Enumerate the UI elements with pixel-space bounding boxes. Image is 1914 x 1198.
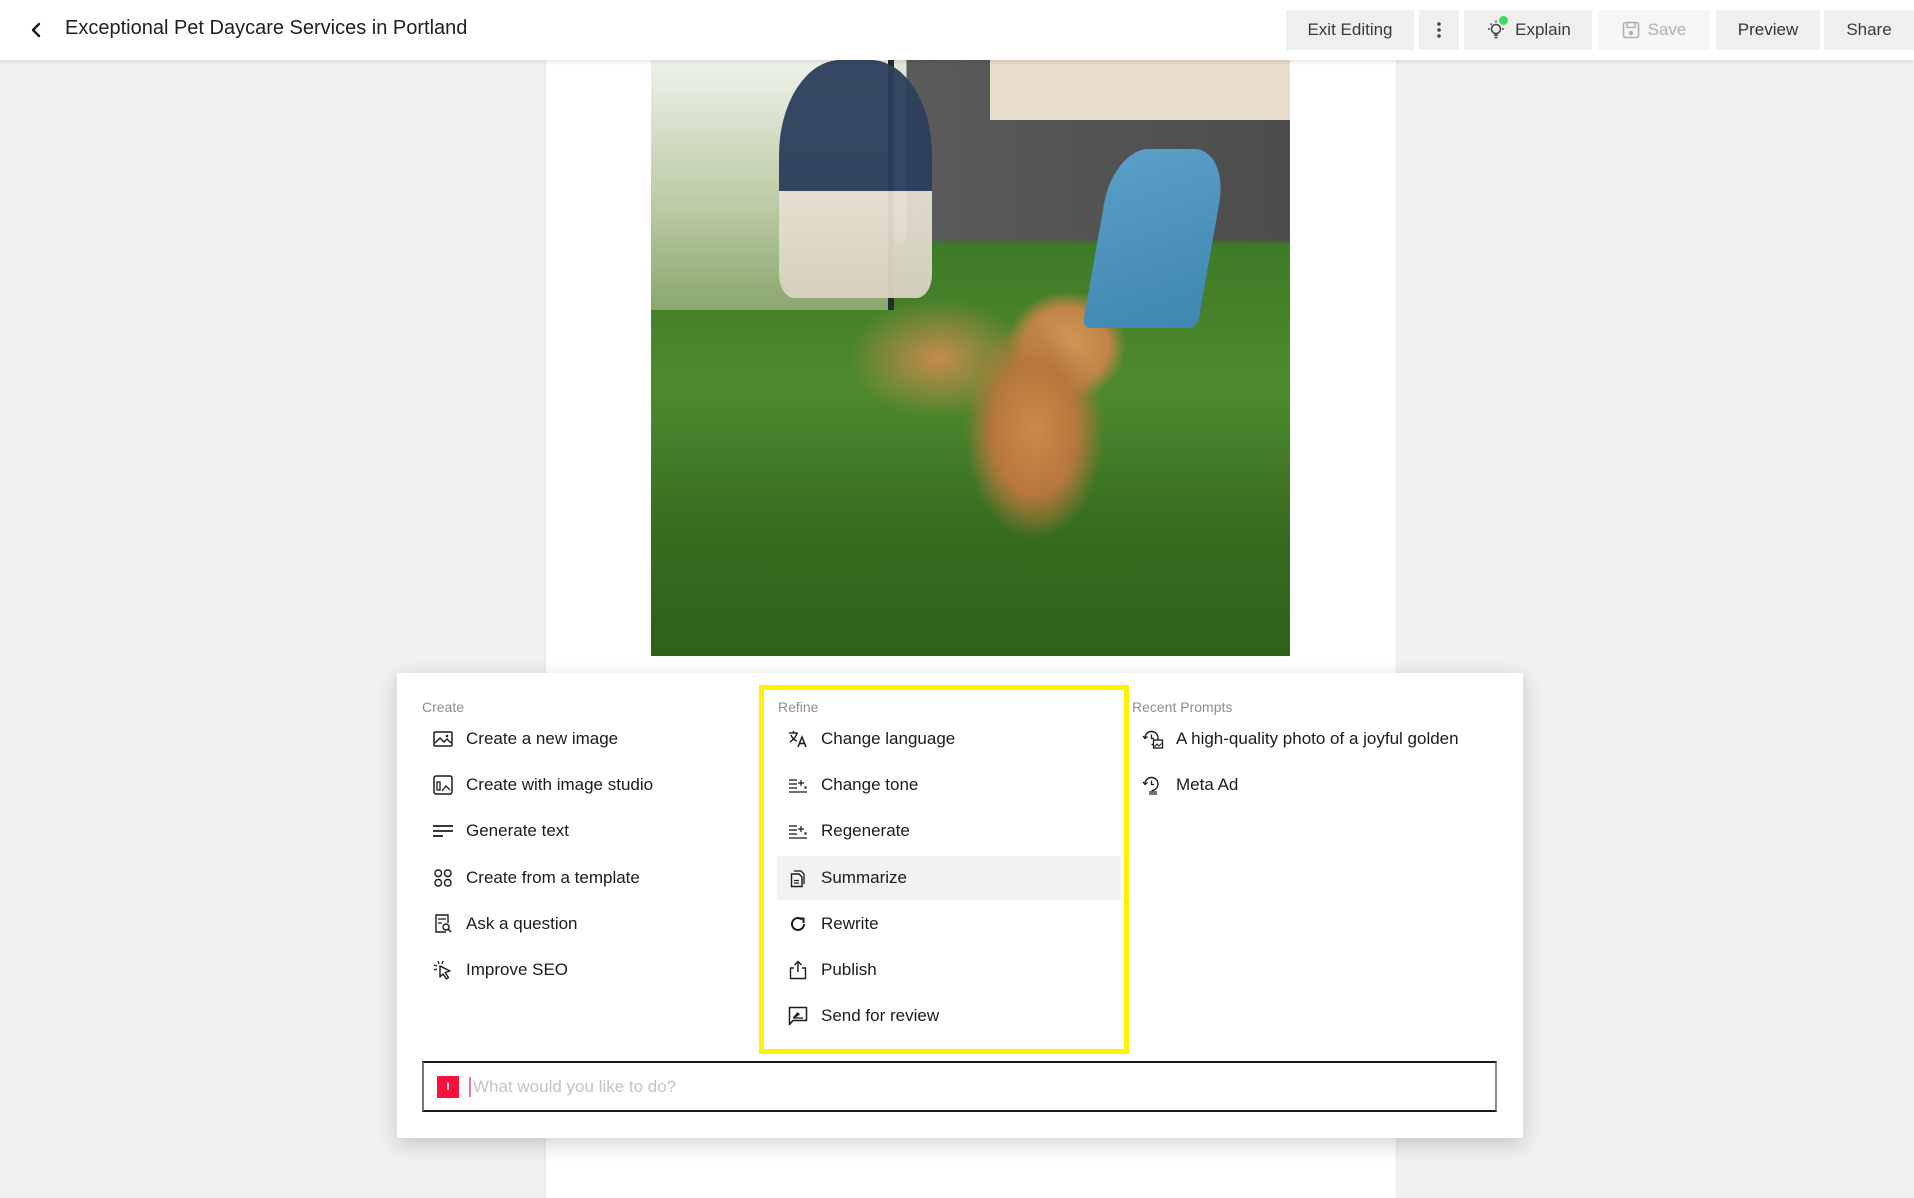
preview-button[interactable]: Preview [1716, 10, 1820, 50]
image-slide-detail [1082, 149, 1230, 329]
save-disk-icon [1622, 21, 1640, 39]
recent-prompts-section-label: Recent Prompts [1132, 699, 1233, 715]
adobe-logo-icon: I [437, 1075, 459, 1098]
save-label: Save [1647, 20, 1687, 39]
document-search-icon [432, 913, 454, 935]
image-studio-icon [432, 774, 454, 796]
cursor-click-icon [432, 959, 454, 981]
preview-label: Preview [1737, 20, 1799, 39]
prompt-input-container[interactable]: I [422, 1061, 1497, 1112]
more-options-button[interactable] [1419, 10, 1459, 50]
menu-item-label: Improve SEO [466, 960, 569, 979]
top-bar: Exceptional Pet Daycare Services in Port… [0, 0, 1914, 60]
hero-image[interactable] [651, 60, 1290, 656]
menu-item-label: Publish [821, 960, 877, 979]
text-sparkle-icon [787, 774, 809, 796]
explain-button[interactable]: Explain [1464, 10, 1592, 50]
save-button[interactable]: Save [1598, 10, 1710, 50]
share-upload-icon [787, 959, 809, 981]
review-comment-icon [787, 1005, 809, 1027]
menu-item-label: Ask a question [466, 914, 578, 933]
menu-item-label: Change language [821, 729, 956, 748]
ai-actions-panel: Create Create a new image Create with im… [397, 673, 1523, 1138]
menu-item-label: Generate text [466, 821, 570, 840]
explain-label: Explain [1515, 20, 1571, 39]
menu-item-label: Create with image studio [466, 775, 654, 794]
menu-item-generate-text[interactable]: Generate text [432, 809, 569, 853]
menu-item-improve-seo[interactable]: Improve SEO [432, 948, 568, 992]
summarize-document-icon [787, 867, 809, 889]
menu-item-ask-question[interactable]: Ask a question [432, 902, 578, 946]
menu-item-create-new-image[interactable]: Create a new image [432, 717, 618, 761]
menu-item-label: Send for review [821, 1006, 940, 1025]
history-image-icon [1142, 728, 1164, 750]
recent-prompt-label: A high-quality photo of a joyful golden [1176, 729, 1459, 748]
menu-item-change-tone[interactable]: Change tone [777, 763, 1121, 807]
translate-icon [787, 728, 809, 750]
share-label: Share [1846, 20, 1892, 39]
text-lines-icon [432, 820, 454, 842]
menu-item-change-language[interactable]: Change language [777, 717, 1121, 761]
share-button[interactable]: Share [1824, 10, 1914, 50]
menu-item-label: Rewrite [821, 914, 879, 933]
menu-item-send-for-review[interactable]: Send for review [777, 994, 1121, 1038]
exit-editing-button[interactable]: Exit Editing [1286, 10, 1414, 50]
back-button[interactable] [22, 16, 50, 44]
recent-prompt-label: Meta Ad [1176, 775, 1239, 794]
template-grid-icon [432, 867, 454, 889]
menu-item-label: Summarize [821, 868, 907, 887]
menu-item-summarize[interactable]: Summarize [777, 856, 1121, 900]
recent-prompt-item[interactable]: Meta Ad [1142, 763, 1238, 807]
menu-item-rewrite[interactable]: Rewrite [777, 902, 1121, 946]
more-vertical-icon [1436, 21, 1442, 39]
image-staff-figure [778, 60, 933, 299]
lightbulb-icon [1485, 16, 1509, 41]
exit-editing-label: Exit Editing [1307, 20, 1393, 39]
refresh-icon [787, 913, 809, 935]
menu-item-label: Create from a template [466, 868, 640, 887]
chevron-left-icon [29, 22, 43, 38]
text-sparkle-icon [787, 820, 809, 842]
menu-item-create-from-template[interactable]: Create from a template [432, 856, 640, 900]
refine-section-label: Refine [778, 699, 819, 715]
menu-item-create-with-image-studio[interactable]: Create with image studio [432, 763, 653, 807]
menu-item-publish[interactable]: Publish [777, 948, 1121, 992]
image-wall-detail [989, 60, 1290, 120]
menu-item-label: Create a new image [466, 729, 619, 748]
menu-item-label: Regenerate [821, 821, 910, 840]
page-title: Exceptional Pet Daycare Services in Port… [65, 17, 468, 39]
menu-item-regenerate[interactable]: Regenerate [777, 809, 1121, 853]
prompt-input[interactable] [469, 1076, 1449, 1097]
history-text-icon [1142, 774, 1164, 796]
image-icon [432, 728, 454, 750]
menu-item-label: Change tone [821, 775, 919, 794]
create-section-label: Create [422, 699, 465, 715]
recent-prompt-item[interactable]: A high-quality photo of a joyful golden [1142, 717, 1459, 761]
